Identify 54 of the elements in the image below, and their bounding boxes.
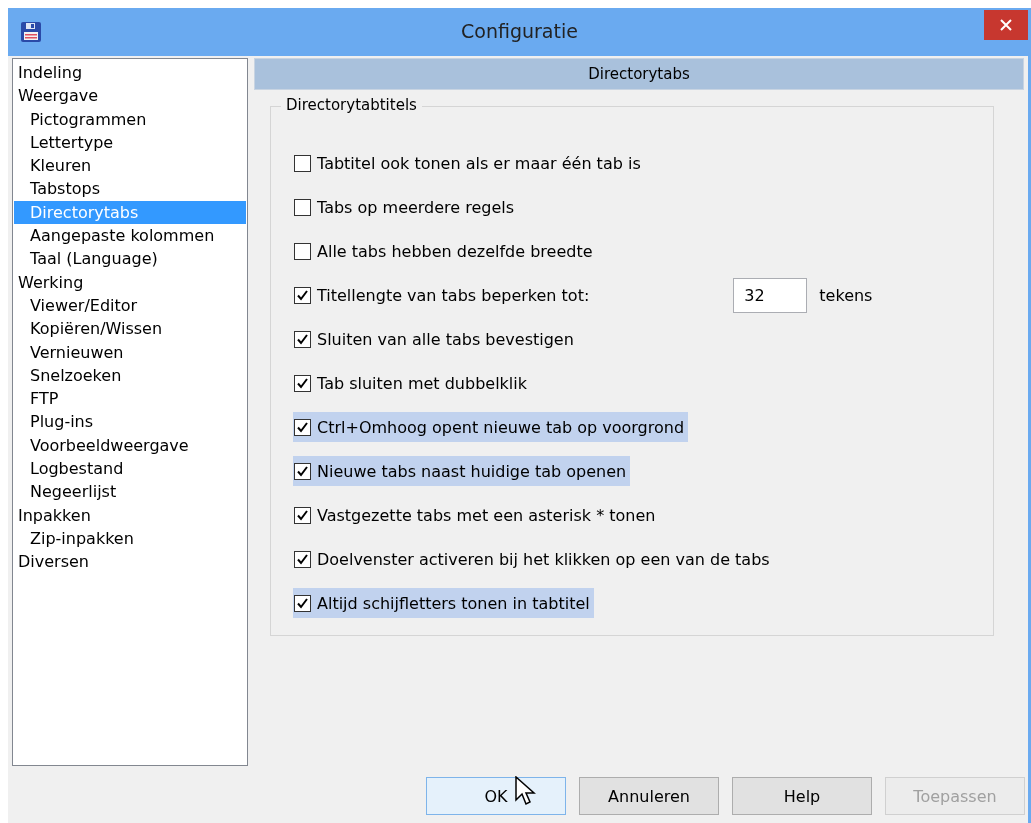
mouse-pointer-icon bbox=[515, 776, 537, 808]
tree-item[interactable]: Logbestand bbox=[14, 457, 246, 481]
tree-item[interactable]: Tabstops bbox=[14, 177, 246, 201]
tree-item[interactable]: Kopiëren/Wissen bbox=[14, 317, 246, 341]
unit-label: tekens bbox=[819, 285, 873, 305]
dialog-button[interactable]: Help bbox=[732, 777, 872, 815]
tree-item[interactable]: Negeerlijst bbox=[14, 480, 246, 504]
checkbox-label: Vastgezette tabs met een asterisk * tonen bbox=[317, 505, 656, 525]
tree-item[interactable]: Vernieuwen bbox=[14, 340, 246, 364]
checkbox-label: Alle tabs hebben dezelfde breedte bbox=[317, 241, 593, 261]
checkbox[interactable] bbox=[294, 374, 311, 392]
panel-header: Directorytabs bbox=[254, 58, 1024, 90]
tree-item[interactable]: Kleuren bbox=[14, 154, 246, 178]
checkbox-label: Titellengte van tabs beperken tot: bbox=[317, 285, 590, 305]
checkbox-label: Nieuwe tabs naast huidige tab openen bbox=[317, 461, 627, 481]
close-icon bbox=[1000, 19, 1012, 31]
tree-item[interactable]: Taal (Language) bbox=[14, 247, 246, 271]
tree-item[interactable]: Zip-inpakken bbox=[14, 526, 246, 551]
tree-item[interactable]: Pictogrammen bbox=[14, 107, 246, 131]
tree-item[interactable]: Snelzoeken bbox=[14, 363, 246, 388]
checkbox[interactable] bbox=[294, 198, 311, 216]
checkbox[interactable] bbox=[294, 286, 311, 304]
checkbox-label: Tabtitel ook tonen als er maar één tab is bbox=[317, 153, 641, 173]
checkbox-label: Tabs op meerdere regels bbox=[317, 197, 515, 217]
tree-item[interactable]: Diversen bbox=[14, 550, 246, 574]
group-title: Directorytabtitels bbox=[281, 96, 422, 114]
checkbox[interactable] bbox=[294, 550, 311, 568]
checkbox[interactable] bbox=[294, 330, 311, 348]
checkbox[interactable] bbox=[294, 418, 311, 436]
tree-item[interactable]: Inpakken bbox=[14, 503, 246, 527]
number-field[interactable]: 32 bbox=[733, 277, 808, 313]
tree-item[interactable]: Plug-ins bbox=[14, 410, 246, 434]
checkbox[interactable] bbox=[294, 594, 311, 612]
checkbox-label: Tab sluiten met dubbelklik bbox=[317, 373, 527, 393]
tree-item[interactable]: FTP bbox=[14, 387, 246, 411]
close-button[interactable] bbox=[984, 10, 1028, 40]
checkbox[interactable] bbox=[294, 242, 311, 260]
dialog-button[interactable]: OK bbox=[426, 777, 566, 815]
checkbox-label: Sluiten van alle tabs bevestigen bbox=[317, 329, 574, 349]
checkbox-label: Altijd schijfletters tonen in tabtitel bbox=[317, 593, 590, 613]
window-title: Configuratie bbox=[461, 20, 578, 42]
tree-item[interactable]: Viewer/Editor bbox=[14, 293, 246, 318]
tree-item[interactable]: Lettertype bbox=[14, 130, 246, 155]
checkbox-label: Ctrl+Omhoog opent nieuwe tab op voorgrond bbox=[317, 417, 685, 437]
checkbox-label: Doelvenster activeren bij het klikken op een van de tabs bbox=[317, 549, 770, 569]
tree-item[interactable]: Indeling bbox=[14, 61, 246, 85]
checkbox[interactable] bbox=[294, 462, 311, 480]
checkbox[interactable] bbox=[294, 506, 311, 524]
checkbox[interactable] bbox=[294, 154, 311, 172]
tree-item[interactable]: Werking bbox=[14, 270, 246, 294]
tree-item[interactable]: Aangepaste kolommen bbox=[14, 224, 246, 248]
dialog-button[interactable]: Annuleren bbox=[579, 777, 719, 815]
tree-item[interactable]: Voorbeeldweergave bbox=[14, 433, 246, 458]
tree-item[interactable]: Weergave bbox=[14, 84, 246, 108]
